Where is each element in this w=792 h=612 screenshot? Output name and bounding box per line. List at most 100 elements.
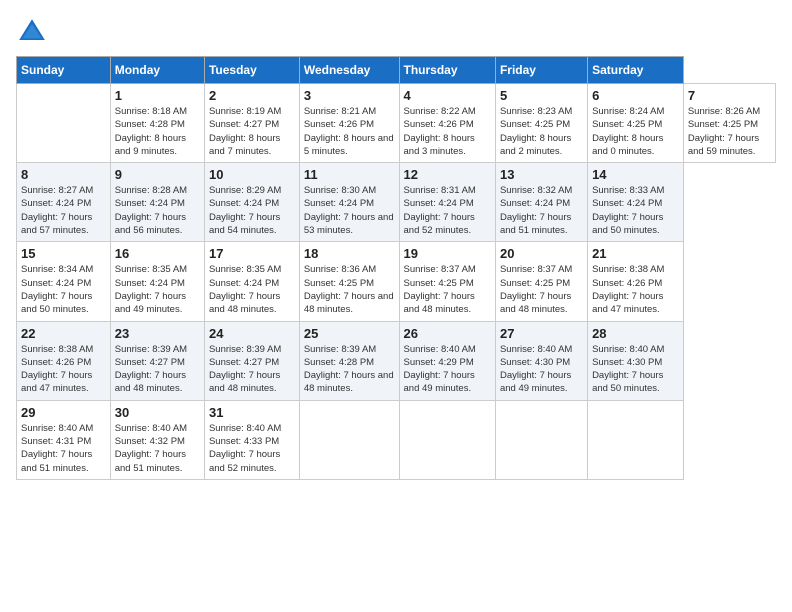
day-number: 2 — [209, 88, 295, 103]
day-cell-14: 14 Sunrise: 8:33 AMSunset: 4:24 PMDaylig… — [588, 163, 684, 242]
day-header-saturday: Saturday — [588, 57, 684, 84]
day-number: 30 — [115, 405, 200, 420]
day-cell-13: 13 Sunrise: 8:32 AMSunset: 4:24 PMDaylig… — [495, 163, 587, 242]
day-cell-7: 7 Sunrise: 8:26 AMSunset: 4:25 PMDayligh… — [683, 84, 775, 163]
day-number: 14 — [592, 167, 679, 182]
empty-cell — [399, 400, 495, 479]
day-number: 19 — [404, 246, 491, 261]
day-header-thursday: Thursday — [399, 57, 495, 84]
day-info: Sunrise: 8:37 AMSunset: 4:25 PMDaylight:… — [404, 263, 491, 316]
day-info: Sunrise: 8:38 AMSunset: 4:26 PMDaylight:… — [592, 263, 679, 316]
day-cell-9: 9 Sunrise: 8:28 AMSunset: 4:24 PMDayligh… — [110, 163, 204, 242]
day-info: Sunrise: 8:21 AMSunset: 4:26 PMDaylight:… — [304, 105, 395, 158]
day-info: Sunrise: 8:40 AMSunset: 4:29 PMDaylight:… — [404, 343, 491, 396]
day-info: Sunrise: 8:34 AMSunset: 4:24 PMDaylight:… — [21, 263, 106, 316]
day-number: 24 — [209, 326, 295, 341]
day-info: Sunrise: 8:23 AMSunset: 4:25 PMDaylight:… — [500, 105, 583, 158]
empty-cell — [17, 84, 111, 163]
day-cell-29: 29 Sunrise: 8:40 AMSunset: 4:31 PMDaylig… — [17, 400, 111, 479]
day-number: 9 — [115, 167, 200, 182]
day-cell-11: 11 Sunrise: 8:30 AMSunset: 4:24 PMDaylig… — [299, 163, 399, 242]
day-number: 8 — [21, 167, 106, 182]
day-info: Sunrise: 8:32 AMSunset: 4:24 PMDaylight:… — [500, 184, 583, 237]
day-info: Sunrise: 8:39 AMSunset: 4:27 PMDaylight:… — [209, 343, 295, 396]
day-header-tuesday: Tuesday — [204, 57, 299, 84]
day-cell-12: 12 Sunrise: 8:31 AMSunset: 4:24 PMDaylig… — [399, 163, 495, 242]
calendar-table: SundayMondayTuesdayWednesdayThursdayFrid… — [16, 56, 776, 480]
day-cell-28: 28 Sunrise: 8:40 AMSunset: 4:30 PMDaylig… — [588, 321, 684, 400]
day-info: Sunrise: 8:37 AMSunset: 4:25 PMDaylight:… — [500, 263, 583, 316]
day-info: Sunrise: 8:22 AMSunset: 4:26 PMDaylight:… — [404, 105, 491, 158]
day-header-wednesday: Wednesday — [299, 57, 399, 84]
empty-cell — [495, 400, 587, 479]
day-info: Sunrise: 8:40 AMSunset: 4:30 PMDaylight:… — [500, 343, 583, 396]
day-cell-18: 18 Sunrise: 8:36 AMSunset: 4:25 PMDaylig… — [299, 242, 399, 321]
day-number: 15 — [21, 246, 106, 261]
day-number: 6 — [592, 88, 679, 103]
day-info: Sunrise: 8:40 AMSunset: 4:31 PMDaylight:… — [21, 422, 106, 475]
day-cell-17: 17 Sunrise: 8:35 AMSunset: 4:24 PMDaylig… — [204, 242, 299, 321]
day-number: 27 — [500, 326, 583, 341]
day-cell-22: 22 Sunrise: 8:38 AMSunset: 4:26 PMDaylig… — [17, 321, 111, 400]
day-cell-8: 8 Sunrise: 8:27 AMSunset: 4:24 PMDayligh… — [17, 163, 111, 242]
day-cell-6: 6 Sunrise: 8:24 AMSunset: 4:25 PMDayligh… — [588, 84, 684, 163]
day-number: 25 — [304, 326, 395, 341]
day-number: 28 — [592, 326, 679, 341]
day-number: 12 — [404, 167, 491, 182]
day-cell-24: 24 Sunrise: 8:39 AMSunset: 4:27 PMDaylig… — [204, 321, 299, 400]
day-cell-19: 19 Sunrise: 8:37 AMSunset: 4:25 PMDaylig… — [399, 242, 495, 321]
day-cell-23: 23 Sunrise: 8:39 AMSunset: 4:27 PMDaylig… — [110, 321, 204, 400]
day-cell-31: 31 Sunrise: 8:40 AMSunset: 4:33 PMDaylig… — [204, 400, 299, 479]
day-cell-3: 3 Sunrise: 8:21 AMSunset: 4:26 PMDayligh… — [299, 84, 399, 163]
day-info: Sunrise: 8:39 AMSunset: 4:27 PMDaylight:… — [115, 343, 200, 396]
day-info: Sunrise: 8:19 AMSunset: 4:27 PMDaylight:… — [209, 105, 295, 158]
day-number: 16 — [115, 246, 200, 261]
day-header-sunday: Sunday — [17, 57, 111, 84]
day-cell-10: 10 Sunrise: 8:29 AMSunset: 4:24 PMDaylig… — [204, 163, 299, 242]
day-number: 23 — [115, 326, 200, 341]
day-info: Sunrise: 8:24 AMSunset: 4:25 PMDaylight:… — [592, 105, 679, 158]
day-cell-20: 20 Sunrise: 8:37 AMSunset: 4:25 PMDaylig… — [495, 242, 587, 321]
day-cell-16: 16 Sunrise: 8:35 AMSunset: 4:24 PMDaylig… — [110, 242, 204, 321]
day-info: Sunrise: 8:33 AMSunset: 4:24 PMDaylight:… — [592, 184, 679, 237]
day-info: Sunrise: 8:28 AMSunset: 4:24 PMDaylight:… — [115, 184, 200, 237]
day-cell-2: 2 Sunrise: 8:19 AMSunset: 4:27 PMDayligh… — [204, 84, 299, 163]
day-cell-5: 5 Sunrise: 8:23 AMSunset: 4:25 PMDayligh… — [495, 84, 587, 163]
day-number: 21 — [592, 246, 679, 261]
day-info: Sunrise: 8:35 AMSunset: 4:24 PMDaylight:… — [209, 263, 295, 316]
day-number: 11 — [304, 167, 395, 182]
logo — [16, 16, 52, 48]
day-cell-21: 21 Sunrise: 8:38 AMSunset: 4:26 PMDaylig… — [588, 242, 684, 321]
day-number: 1 — [115, 88, 200, 103]
day-number: 20 — [500, 246, 583, 261]
day-header-friday: Friday — [495, 57, 587, 84]
day-info: Sunrise: 8:31 AMSunset: 4:24 PMDaylight:… — [404, 184, 491, 237]
day-info: Sunrise: 8:30 AMSunset: 4:24 PMDaylight:… — [304, 184, 395, 237]
day-number: 17 — [209, 246, 295, 261]
day-header-monday: Monday — [110, 57, 204, 84]
day-number: 10 — [209, 167, 295, 182]
day-info: Sunrise: 8:35 AMSunset: 4:24 PMDaylight:… — [115, 263, 200, 316]
day-number: 22 — [21, 326, 106, 341]
page-header — [16, 16, 776, 48]
empty-cell — [588, 400, 684, 479]
day-info: Sunrise: 8:40 AMSunset: 4:30 PMDaylight:… — [592, 343, 679, 396]
day-cell-15: 15 Sunrise: 8:34 AMSunset: 4:24 PMDaylig… — [17, 242, 111, 321]
day-number: 4 — [404, 88, 491, 103]
day-info: Sunrise: 8:18 AMSunset: 4:28 PMDaylight:… — [115, 105, 200, 158]
day-info: Sunrise: 8:39 AMSunset: 4:28 PMDaylight:… — [304, 343, 395, 396]
day-cell-25: 25 Sunrise: 8:39 AMSunset: 4:28 PMDaylig… — [299, 321, 399, 400]
day-number: 31 — [209, 405, 295, 420]
empty-cell — [299, 400, 399, 479]
day-number: 18 — [304, 246, 395, 261]
day-number: 5 — [500, 88, 583, 103]
day-info: Sunrise: 8:29 AMSunset: 4:24 PMDaylight:… — [209, 184, 295, 237]
day-info: Sunrise: 8:38 AMSunset: 4:26 PMDaylight:… — [21, 343, 106, 396]
day-info: Sunrise: 8:36 AMSunset: 4:25 PMDaylight:… — [304, 263, 395, 316]
day-number: 7 — [688, 88, 771, 103]
day-number: 29 — [21, 405, 106, 420]
day-number: 3 — [304, 88, 395, 103]
day-number: 26 — [404, 326, 491, 341]
logo-icon — [16, 16, 48, 48]
day-cell-30: 30 Sunrise: 8:40 AMSunset: 4:32 PMDaylig… — [110, 400, 204, 479]
